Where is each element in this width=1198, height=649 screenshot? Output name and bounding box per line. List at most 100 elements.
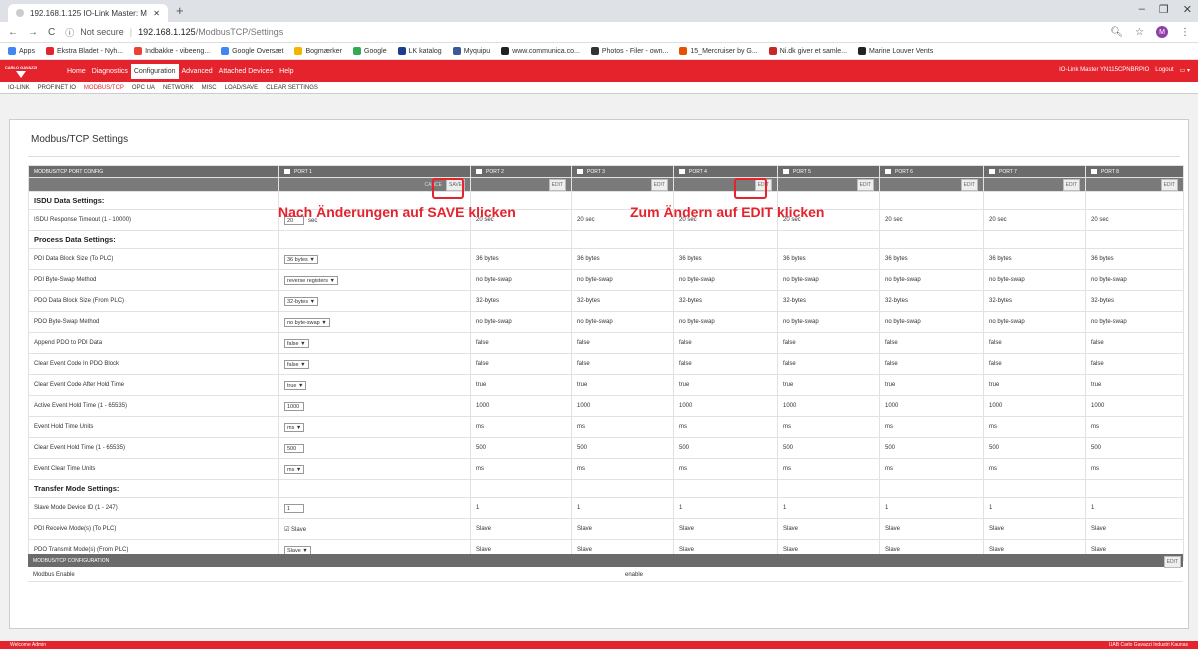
bookmark-item[interactable]: Google Oversæt [221, 47, 283, 55]
port-value: 500 [673, 437, 778, 459]
subnav-item-network[interactable]: NETWORK [163, 85, 194, 91]
bookmark-item[interactable]: Indbakke - vibeeng... [134, 47, 210, 55]
port-value: 32-bytes [983, 290, 1086, 312]
subnav-item-profinet-io[interactable]: PROFINET IO [38, 85, 76, 91]
bookmark-item[interactable]: LK katalog [397, 47, 442, 55]
bookmark-item[interactable]: Ekstra Bladet - Nyh... [45, 47, 123, 55]
port1-input[interactable]: 500 [284, 443, 304, 453]
company-text: UAB Carlo Gavazzi Industri Kaunas [1108, 642, 1188, 648]
port-value: 36 bytes [1085, 248, 1184, 270]
edit-button[interactable]: EDIT [1062, 178, 1080, 191]
port-value: true [470, 374, 572, 396]
close-window-icon[interactable]: ✕ [1183, 3, 1192, 16]
port-value: false [673, 353, 778, 375]
nav-item-attached-devices[interactable]: Attached Devices [216, 64, 276, 79]
bookmark-item[interactable]: www.communica.co... [501, 47, 580, 55]
port1-input[interactable]: 1 [284, 503, 304, 513]
port1-select[interactable]: no byte-swap ▼ [284, 317, 330, 327]
tab-favicon-icon [16, 9, 24, 17]
table-row: Append PDO to PDI Data false ▼ false false f… [28, 332, 1184, 354]
port-value: 500 [777, 437, 880, 459]
port-value: 1 [777, 497, 880, 519]
nav-item-advanced[interactable]: Advanced [179, 64, 216, 79]
close-tab-icon[interactable]: ✕ [153, 9, 160, 18]
edit-button[interactable]: EDIT [1160, 178, 1178, 191]
bookmark-item[interactable]: Bogmærker [294, 47, 342, 55]
edit-button[interactable]: EDIT [856, 178, 874, 191]
forward-icon[interactable]: → [28, 27, 38, 38]
port1-select[interactable]: ms ▼ [284, 422, 305, 432]
bookmark-star-icon[interactable]: ☆ [1135, 27, 1144, 38]
port-value: 1000 [983, 395, 1086, 417]
port-checkbox[interactable] [577, 168, 583, 174]
port-checkbox[interactable] [989, 168, 995, 174]
nav-item-home[interactable]: Home [64, 64, 89, 79]
bookmark-item[interactable]: Marine Louver Vents [858, 47, 933, 55]
port1-select[interactable]: false ▼ [284, 359, 309, 369]
port1-select[interactable]: false ▼ [284, 338, 309, 348]
browser-tab[interactable]: 192.168.1.125 IO-Link Master: M ✕ [8, 4, 168, 22]
subnav-item-load-save[interactable]: LOAD/SAVE [225, 85, 259, 91]
language-flag-icon[interactable]: ▭ ▾ [1180, 67, 1190, 74]
port-value: 1 [879, 497, 984, 519]
subnav-item-io-link[interactable]: IO-LINK [8, 85, 30, 91]
edit-button[interactable]: EDIT [650, 178, 668, 191]
port1-select[interactable]: 36 bytes ▼ [284, 254, 318, 264]
port-value: true [983, 374, 1086, 396]
port-checkbox[interactable] [1091, 168, 1097, 174]
port1-select[interactable]: ms ▼ [284, 464, 305, 474]
port-value: 32-bytes [879, 290, 984, 312]
port1-input[interactable]: 1000 [284, 401, 304, 411]
subnav-item-misc[interactable]: MISC [202, 85, 217, 91]
bookmark-item[interactable]: Google [353, 47, 387, 55]
back-icon[interactable]: ← [8, 27, 18, 38]
port-checkbox[interactable] [783, 168, 789, 174]
nav-item-diagnostics[interactable]: Diagnostics [89, 64, 131, 79]
bookmark-item[interactable]: Myquipu [452, 47, 490, 55]
port-value: false [470, 353, 572, 375]
restore-icon[interactable]: ❐ [1159, 3, 1169, 16]
section-heading: Transfer Mode Settings: [28, 479, 279, 498]
reload-icon[interactable]: C [48, 27, 55, 38]
bookmark-item[interactable]: Photos - Filer - own... [590, 47, 668, 55]
subnav-item-modbus-tcp[interactable]: MODBUS/TCP [84, 85, 124, 91]
edit-button[interactable]: EDIT [960, 178, 978, 191]
app-header: CARLO GAVAZZI Home Diagnostics Configurati… [0, 60, 1198, 82]
table-row: Event Clear Time Units ms ▼ ms ms ms ms ms ms ms [28, 458, 1184, 480]
bookmark-item[interactable]: 15_Mercruiser by G... [679, 47, 758, 55]
minimize-icon[interactable]: – [1139, 3, 1145, 16]
edit-button[interactable]: EDIT [548, 178, 566, 191]
table-row: ISDU Response Timeout (1 - 10000) 20 sec 20… [28, 209, 1184, 231]
port-value: 1000 [1085, 395, 1184, 417]
info-icon[interactable]: ⓘ [65, 26, 74, 39]
logout-link[interactable]: Logout [1155, 67, 1173, 74]
subnav-item-clear-settings[interactable]: CLEAR SETTINGS [266, 85, 318, 91]
new-tab-icon[interactable]: + [176, 3, 184, 18]
address-bar[interactable]: ⓘ Not secure | 192.168.1.125/ModbusTCP/S… [65, 26, 1100, 39]
port-value: 20 sec [879, 209, 984, 231]
setting-label: Event Clear Time Units [28, 458, 279, 480]
port-checkbox[interactable] [476, 168, 482, 174]
bookmark-item[interactable]: Apps [8, 47, 35, 55]
zoom-icon[interactable]: 🔍︎ [1110, 27, 1123, 38]
profile-avatar[interactable]: M [1156, 26, 1168, 38]
port-checkbox[interactable] [885, 168, 891, 174]
nav-item-configuration[interactable]: Configuration [130, 63, 179, 79]
port-value: 500 [879, 437, 984, 459]
bookmark-item[interactable]: Ni.dk giver et samle... [768, 47, 847, 55]
port1-select[interactable]: reverse registers ▼ [284, 275, 338, 285]
port1-select[interactable]: true ▼ [284, 380, 307, 390]
port1-checkbox[interactable]: ☑ Slave [284, 527, 306, 533]
port1-select[interactable]: 32-bytes ▼ [284, 296, 319, 306]
subnav-item-opc-ua[interactable]: OPC UA [132, 85, 155, 91]
menu-icon[interactable]: ⋮ [1180, 27, 1190, 38]
port-value: 20 sec [1085, 209, 1184, 231]
nav-item-help[interactable]: Help [276, 64, 296, 79]
section-heading: ISDU Data Settings: [28, 191, 279, 210]
port-value: 1000 [571, 395, 674, 417]
port-value: false [1085, 332, 1184, 354]
port-value: 1 [470, 497, 572, 519]
port-checkbox[interactable] [284, 168, 290, 174]
modbus-edit-button[interactable]: EDIT [1163, 556, 1181, 568]
port-checkbox[interactable] [679, 168, 685, 174]
